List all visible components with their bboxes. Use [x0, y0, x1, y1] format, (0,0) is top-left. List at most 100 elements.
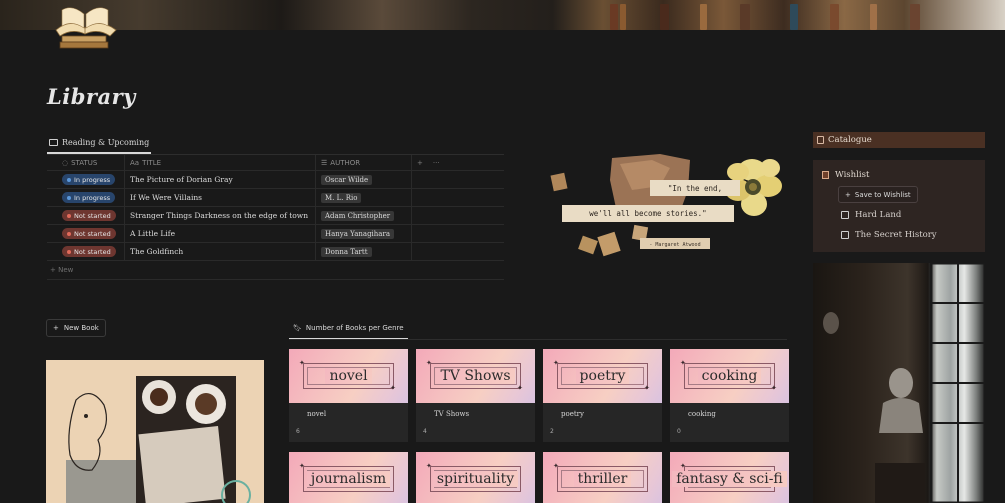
todo-item[interactable]: Hard Land — [841, 210, 901, 220]
button-label: Save to Wishlist — [854, 190, 911, 199]
column-header-title[interactable]: Aa TITLE — [125, 155, 316, 170]
column-header-author[interactable]: ☰ AUTHOR — [316, 155, 412, 170]
wishlist-heading[interactable]: Wishlist — [822, 170, 869, 180]
divider — [289, 339, 787, 340]
quote-collage: "In the end, we'll all become stories." … — [550, 154, 782, 257]
sparkle-icon: ✦ — [299, 359, 305, 367]
column-label: AUTHOR — [330, 158, 361, 167]
table-row[interactable]: Not started The Goldfinch Donna Tartt — [47, 243, 504, 261]
sparkle-icon: ✦ — [644, 384, 650, 392]
author-chip[interactable]: Hanya Yanagihara — [321, 228, 394, 239]
book-spine — [610, 4, 618, 30]
book-title[interactable]: If We Were Villains — [125, 189, 316, 206]
tab-books-per-genre[interactable]: 🔖︎ Number of Books per Genre — [289, 321, 408, 340]
catalogue-link[interactable]: Catalogue — [813, 132, 985, 148]
cover-banner — [0, 0, 1005, 30]
new-book-button[interactable]: + New Book — [46, 319, 106, 337]
genre-card[interactable]: poetry ✦ ✦ poetry 2 — [543, 349, 662, 442]
tab-label: Reading & Upcoming — [62, 137, 150, 147]
cover-word: TV Shows — [436, 368, 515, 384]
genre-card[interactable]: journalism ✦ — [289, 452, 408, 503]
paper-scrap — [597, 231, 621, 257]
quote-attribution: - Margaret Atwood — [649, 242, 700, 248]
coffee-collage-illustration — [66, 376, 251, 503]
sparkle-icon: ✦ — [680, 359, 686, 367]
library-window-photo — [813, 263, 985, 503]
status-label: Not started — [74, 211, 111, 220]
more-options-button[interactable]: ··· — [433, 159, 440, 167]
book-spine — [740, 4, 750, 30]
book-spine — [870, 4, 877, 30]
status-badge[interactable]: Not started — [62, 210, 116, 221]
cover-word: novel — [325, 368, 372, 384]
status-badge[interactable]: Not started — [62, 228, 116, 239]
sparkle-icon: ✦ — [299, 462, 305, 470]
book-icon — [49, 138, 58, 146]
book-title[interactable]: A Little Life — [125, 225, 316, 242]
sparkle-icon: ✦ — [426, 462, 432, 470]
column-header-status[interactable]: ◌ STATUS — [47, 155, 125, 170]
status-label: In progress — [74, 193, 111, 202]
card-title: poetry — [561, 410, 584, 418]
table-row[interactable]: In progress The Picture of Dorian Gray O… — [47, 171, 504, 189]
tab-reading-upcoming[interactable]: Reading & Upcoming — [47, 135, 152, 154]
cover-word: spirituality — [432, 471, 519, 487]
checkbox[interactable] — [841, 231, 849, 239]
column-controls: + ··· — [412, 155, 504, 170]
book-count: 0 — [677, 428, 681, 435]
new-row-button[interactable]: + New — [50, 266, 73, 274]
book-spine — [830, 4, 839, 30]
author-chip[interactable]: Adam Christopher — [321, 210, 395, 221]
status-badge[interactable]: In progress — [62, 174, 116, 185]
left-collage-image — [46, 360, 264, 503]
status-badge[interactable]: Not started — [62, 246, 116, 257]
author-chip[interactable]: Oscar Wilde — [321, 174, 373, 185]
genre-card[interactable]: fantasy & sci-fi ✦ — [670, 452, 789, 503]
genre-card[interactable]: novel ✦ ✦ novel 6 — [289, 349, 408, 442]
save-to-wishlist-button[interactable]: + Save to Wishlist — [838, 186, 918, 203]
list-icon: ☰ — [321, 158, 328, 167]
bust-illustration — [823, 263, 985, 503]
sparkle-icon: ✦ — [517, 384, 523, 392]
book-title[interactable]: The Picture of Dorian Gray — [125, 171, 316, 188]
book-spine — [910, 4, 920, 30]
page-title: Library — [47, 84, 136, 109]
book-spine — [620, 4, 626, 30]
cover-word: poetry — [575, 368, 630, 384]
todo-label: Hard Land — [855, 210, 902, 220]
author-chip[interactable]: M. L. Rio — [321, 192, 362, 203]
genre-card[interactable]: spirituality ✦ — [416, 452, 535, 503]
book-title[interactable]: Stranger Things Darkness on the edge of … — [125, 207, 316, 224]
wishlist-panel: Wishlist + Save to Wishlist Hard Land Th… — [813, 160, 985, 252]
status-dot — [67, 177, 71, 182]
author-chip[interactable]: Donna Tartt — [321, 246, 372, 257]
add-column-button[interactable]: + — [417, 159, 423, 167]
card-title: TV Shows — [434, 410, 470, 418]
sparkle-icon: ✦ — [771, 384, 777, 392]
sparkle-icon: ✦ — [553, 462, 559, 470]
status-label: Not started — [74, 229, 111, 238]
genre-card[interactable]: cooking ✦ ✦ cooking 0 — [670, 349, 789, 442]
status-label: In progress — [74, 175, 111, 184]
bookmark-icon: 🔖︎ — [293, 324, 302, 332]
table-row[interactable]: In progress If We Were Villains M. L. Ri… — [47, 189, 504, 207]
text-type-icon: Aa — [130, 158, 140, 167]
sparkle-icon: ✦ — [680, 462, 686, 470]
cover-word: cooking — [697, 368, 762, 384]
column-label: TITLE — [142, 158, 162, 167]
paper-scrap — [550, 172, 568, 192]
book-title[interactable]: The Goldfinch — [125, 243, 316, 260]
todo-item[interactable]: The Secret History — [841, 230, 937, 240]
table-header: ◌ STATUS Aa TITLE ☰ AUTHOR + ··· — [47, 155, 504, 171]
status-icon: ◌ — [62, 158, 69, 167]
notebook-icon — [817, 136, 824, 144]
checkbox[interactable] — [841, 211, 849, 219]
sparkle-icon: ✦ — [553, 359, 559, 367]
genre-card[interactable]: thriller ✦ — [543, 452, 662, 503]
table-row[interactable]: Not started A Little Life Hanya Yanagiha… — [47, 225, 504, 243]
status-badge[interactable]: In progress — [62, 192, 116, 203]
table-row[interactable]: Not started Stranger Things Darkness on … — [47, 207, 504, 225]
genre-card[interactable]: TV Shows ✦ ✦ TV Shows 4 — [416, 349, 535, 442]
book-spine — [700, 4, 707, 30]
sparkle-icon: ✦ — [426, 359, 432, 367]
